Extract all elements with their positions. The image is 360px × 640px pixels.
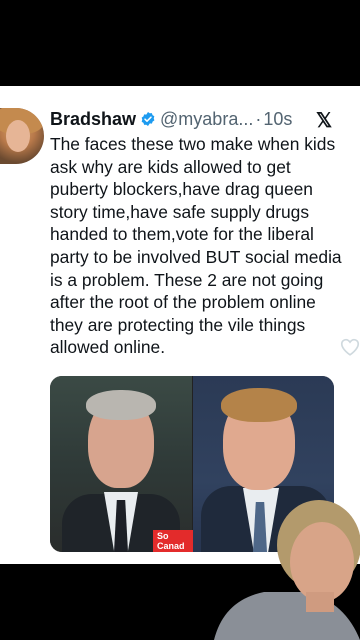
author-name[interactable]: Bradshaw xyxy=(50,109,136,130)
author-handle[interactable]: @myabra... xyxy=(160,109,253,130)
heart-icon[interactable] xyxy=(339,336,360,358)
creator-video-overlay xyxy=(214,500,360,640)
tweet-text: The faces these two make when kids ask w… xyxy=(50,134,342,358)
tweet-header: Bradshaw @myabra... · 10s xyxy=(50,107,350,131)
verified-badge-icon xyxy=(141,112,155,126)
left-video-frame xyxy=(50,376,192,552)
x-logo-icon: 𝕏 xyxy=(316,110,333,132)
separator-dot: · xyxy=(255,108,262,129)
tweet-timestamp[interactable]: 10s xyxy=(263,109,292,130)
news-channel-badge: So Canad xyxy=(153,530,193,552)
